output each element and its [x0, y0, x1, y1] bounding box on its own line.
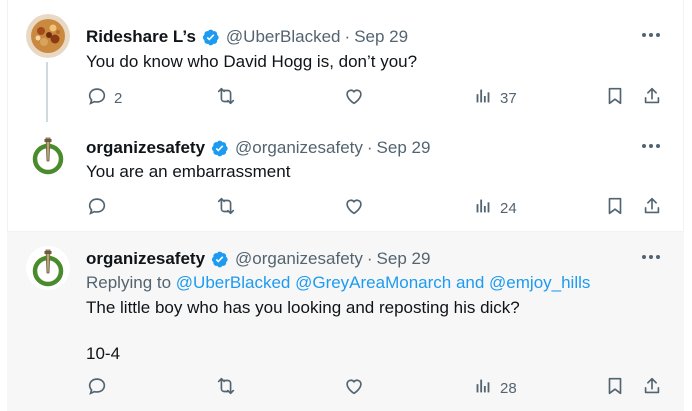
- retweet-button[interactable]: [215, 86, 237, 110]
- like-icon: [343, 85, 365, 111]
- more-icon[interactable]: [640, 28, 662, 42]
- views-button[interactable]: 28: [472, 376, 517, 400]
- separator-dot: ·: [366, 249, 373, 268]
- views-icon: [472, 85, 494, 111]
- display-name[interactable]: Rideshare L’s: [86, 27, 196, 47]
- reply-count: 2: [114, 89, 123, 107]
- reply-icon: [86, 375, 108, 401]
- bookmark-icon: [604, 375, 626, 401]
- views-button[interactable]: 37: [472, 86, 517, 110]
- retweet-button[interactable]: [215, 196, 237, 220]
- thread-connector: [46, 62, 48, 122]
- reply-button[interactable]: [86, 196, 108, 220]
- tweet-date[interactable]: Sep 29: [354, 27, 408, 47]
- bookmark-button[interactable]: [604, 196, 626, 220]
- views-icon: [472, 195, 494, 221]
- avatar-organizesafety[interactable]: [26, 246, 70, 290]
- verified-badge-icon: [210, 139, 229, 158]
- share-icon: [641, 195, 663, 221]
- replying-prefix: Replying to: [86, 273, 176, 292]
- tweet-text-line2: 10-4: [86, 344, 121, 363]
- like-icon: [343, 195, 365, 221]
- tweet-header: organizesafety @organizesafety · Sep 29: [86, 137, 430, 159]
- share-button[interactable]: [641, 86, 663, 110]
- user-handle[interactable]: @organizesafety: [235, 138, 363, 158]
- tweet-date[interactable]: Sep 29: [377, 138, 431, 158]
- separator-dot: ·: [366, 138, 373, 157]
- action-bar: 24: [86, 196, 664, 220]
- share-icon: [641, 375, 663, 401]
- replying-to: Replying to @UberBlacked @GreyAreaMonarc…: [86, 271, 590, 295]
- tweet-1[interactable]: Rideshare L’s @UberBlacked · Sep 29 You …: [7, 0, 684, 122]
- more-icon[interactable]: [640, 250, 662, 264]
- views-count: 24: [500, 199, 517, 217]
- tweet-2[interactable]: organizesafety @organizesafety · Sep 29 …: [7, 121, 684, 232]
- views-count: 28: [500, 379, 517, 397]
- action-bar: 2 37: [86, 86, 664, 110]
- bookmark-icon: [604, 195, 626, 221]
- like-button[interactable]: [343, 376, 365, 400]
- like-button[interactable]: [343, 196, 365, 220]
- tweet-3[interactable]: organizesafety @organizesafety · Sep 29 …: [7, 232, 684, 411]
- share-button[interactable]: [641, 376, 663, 400]
- tweet-header: Rideshare L’s @UberBlacked · Sep 29: [86, 26, 408, 48]
- verified-badge-icon: [210, 250, 229, 269]
- more-icon[interactable]: [640, 139, 662, 153]
- bookmark-button[interactable]: [604, 376, 626, 400]
- share-button[interactable]: [641, 196, 663, 220]
- display-name[interactable]: organizesafety: [86, 249, 205, 269]
- share-icon: [641, 85, 663, 111]
- views-icon: [472, 375, 494, 401]
- reply-icon: [86, 85, 108, 111]
- avatar-rideshare[interactable]: [26, 14, 70, 58]
- verified-badge-icon: [201, 28, 220, 47]
- display-name[interactable]: organizesafety: [86, 138, 205, 158]
- retweet-button[interactable]: [215, 376, 237, 400]
- like-icon: [343, 375, 365, 401]
- retweet-icon: [215, 85, 237, 111]
- retweet-icon: [215, 375, 237, 401]
- avatar-organizesafety[interactable]: [26, 134, 70, 178]
- tweet-header: organizesafety @organizesafety · Sep 29: [86, 248, 430, 270]
- retweet-icon: [215, 195, 237, 221]
- reply-button[interactable]: 2: [86, 86, 122, 110]
- tweet-text: The little boy who has you looking and r…: [86, 298, 520, 317]
- like-button[interactable]: [343, 86, 365, 110]
- reply-icon: [86, 195, 108, 221]
- tweet-date[interactable]: Sep 29: [377, 249, 431, 269]
- user-handle[interactable]: @organizesafety: [235, 249, 363, 269]
- user-handle[interactable]: @UberBlacked: [226, 27, 341, 47]
- bookmark-icon: [604, 85, 626, 111]
- views-button[interactable]: 24: [472, 196, 517, 220]
- replying-to-links[interactable]: @UberBlacked @GreyAreaMonarch and @emjoy…: [176, 273, 591, 292]
- bookmark-button[interactable]: [604, 86, 626, 110]
- separator-dot: ·: [344, 27, 351, 46]
- tweet-text: You are an embarrassment: [86, 162, 291, 181]
- views-count: 37: [500, 89, 517, 107]
- tweet-text: You do know who David Hogg is, don’t you…: [86, 52, 418, 71]
- reply-button[interactable]: [86, 376, 108, 400]
- action-bar: 28: [86, 376, 664, 400]
